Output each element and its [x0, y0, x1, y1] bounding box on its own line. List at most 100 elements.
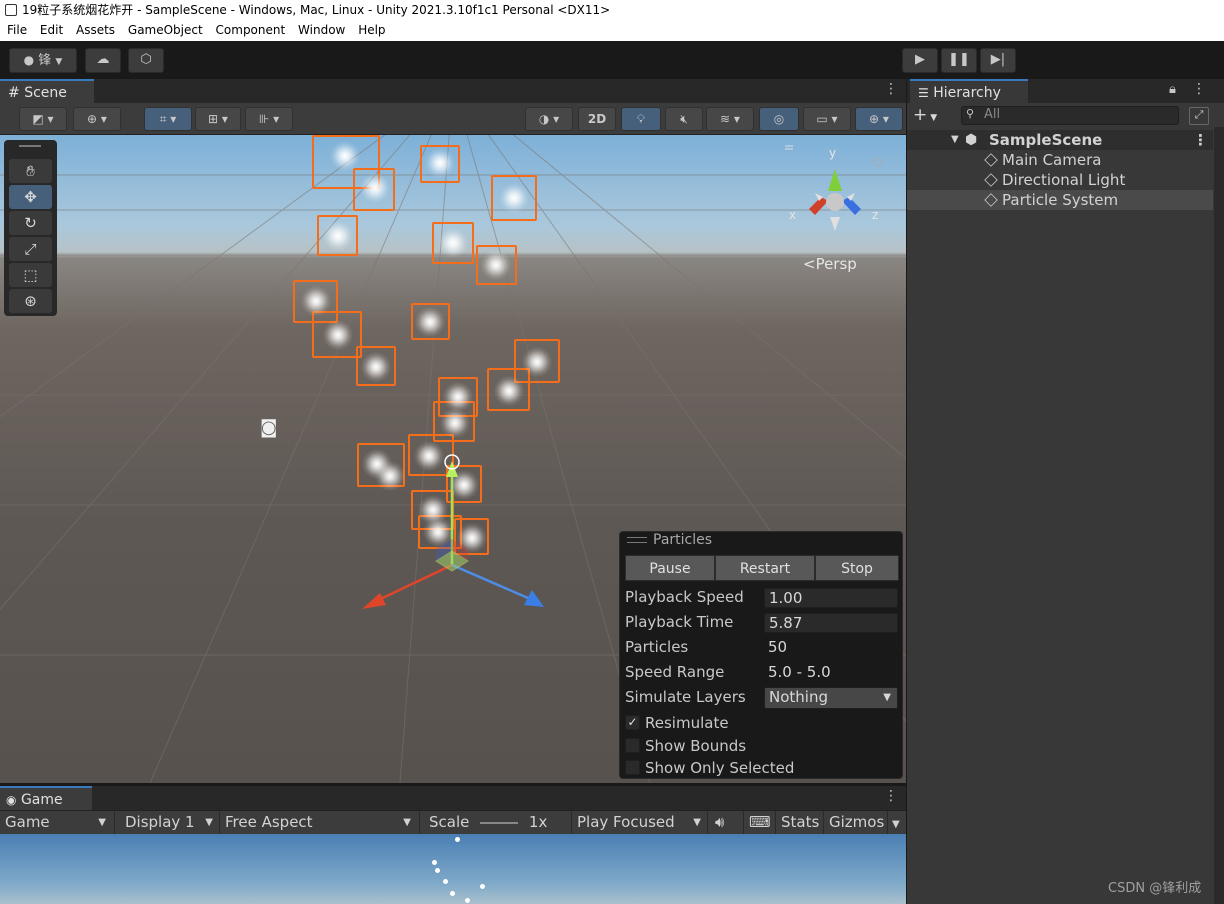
scene-row[interactable]: ▼ ⬢ SampleScene ⋮	[907, 130, 1213, 150]
hierarchy-scrollbar[interactable]	[1214, 127, 1224, 904]
simulate-layers-label: Simulate Layers	[625, 688, 746, 706]
move-gizmo[interactable]	[350, 445, 560, 615]
gizmos-dropdown[interactable]: ⊕ ▾	[855, 107, 903, 131]
hierarchy-item-main-camera[interactable]: Main Camera	[907, 150, 1213, 170]
menu-edit[interactable]: Edit	[40, 20, 63, 41]
gizmos-button[interactable]: Gizmos	[824, 811, 888, 834]
lighting-toggle[interactable]: 💡︎	[621, 107, 661, 131]
scale-value: 1x	[528, 813, 548, 831]
playback-time-field[interactable]: 5.87	[764, 613, 898, 633]
step-button[interactable]: ▶|	[980, 48, 1016, 73]
more-menu-icon[interactable]: ⋮	[884, 788, 898, 804]
pause-icon: ❚❚	[948, 52, 970, 67]
camera-dropdown[interactable]: ▭ ▾	[803, 107, 851, 131]
step-icon: ▶|	[990, 52, 1006, 67]
orientation-gizmo[interactable]	[785, 143, 895, 243]
hierarchy-item-directional-light[interactable]: Directional Light	[907, 170, 1213, 190]
menu-gameobject[interactable]: GameObject	[128, 20, 203, 41]
scene-visibility-button[interactable]: ⤢	[1189, 107, 1209, 125]
particle-dot	[450, 891, 455, 896]
menu-window[interactable]: Window	[298, 20, 345, 41]
display-dropdown[interactable]: Display 1 ▼	[120, 811, 220, 834]
chevron-down-icon: ▼	[883, 692, 891, 703]
menu-file[interactable]: File	[7, 20, 27, 41]
hidden-objects-toggle[interactable]: ◎	[759, 107, 799, 131]
hand-tool-button[interactable]: ✋︎	[9, 159, 52, 183]
playback-speed-field[interactable]: 1.00	[764, 588, 898, 608]
drag-handle[interactable]	[627, 537, 647, 543]
transform-tool-button[interactable]: ⊛	[9, 289, 52, 313]
hierarchy-search-input[interactable]: ⚲ All	[961, 106, 1179, 125]
scene-camera-icon[interactable]: ◙	[260, 417, 277, 438]
cloud-icon: ☁	[96, 52, 110, 67]
particle-sprite	[415, 307, 445, 337]
menu-assets[interactable]: Assets	[76, 20, 115, 41]
particle-sprite	[425, 148, 455, 178]
hierarchy-item-particle-system[interactable]: Particle System	[907, 190, 1213, 210]
increment-snap-dropdown[interactable]: ⊪ ▾	[245, 107, 293, 131]
effects-dropdown[interactable]: ≋ ▾	[706, 107, 754, 131]
more-menu-icon[interactable]: ⋮	[1193, 130, 1208, 150]
drag-handle[interactable]	[19, 145, 41, 147]
pause-button[interactable]: ❚❚	[941, 48, 977, 73]
view-mode-dropdown[interactable]: Game ▼	[0, 811, 115, 834]
play-mode-dropdown[interactable]: Play Focused ▼	[572, 811, 708, 834]
account-button[interactable]: ● 锋 ▼	[9, 48, 77, 73]
tab-hierarchy[interactable]: ☰ Hierarchy	[910, 79, 1028, 103]
keyboard-toggle[interactable]: ⌨	[744, 811, 776, 834]
sphere-icon: ◑ ▾	[538, 112, 560, 126]
more-menu-icon[interactable]: ⋮	[1192, 81, 1206, 97]
more-menu-icon[interactable]: ⋮	[884, 81, 898, 97]
game-toolbar: Game ▼ Display 1 ▼ Free Aspect ▼ Scale 1…	[0, 810, 906, 834]
gameobject-icon	[984, 193, 998, 207]
2d-toggle[interactable]: 2D	[578, 107, 616, 131]
game-view[interactable]	[0, 834, 906, 904]
simulate-layers-dropdown[interactable]: Nothing ▼	[764, 687, 898, 709]
particle-dot	[455, 837, 460, 842]
playback-time-label: Playback Time	[625, 613, 734, 631]
resimulate-checkbox[interactable]: ✓	[625, 715, 640, 730]
main-toolbar: ● 锋 ▼ ☁ ⬡ ▶ ❚❚ ▶|	[0, 41, 1224, 79]
global-local-dropdown[interactable]: ⊕ ▾	[73, 107, 121, 131]
show-bounds-checkbox[interactable]	[625, 738, 640, 753]
stop-particles-button[interactable]: Stop	[815, 555, 899, 581]
particle-sprite	[499, 183, 529, 213]
particle-sprite	[361, 352, 391, 382]
shading-mode-dropdown[interactable]: ◑ ▾	[525, 107, 573, 131]
move-tool-button[interactable]: ✥	[9, 185, 52, 209]
grid-snap-dropdown[interactable]: ⊞ ▾	[195, 107, 241, 131]
rotate-tool-button[interactable]: ↻	[9, 211, 52, 235]
layers-icon: ≋ ▾	[720, 112, 740, 126]
snap-toggle[interactable]: ⌗ ▾	[144, 107, 192, 131]
lock-icon[interactable]: 🔒︎	[1169, 82, 1176, 97]
scale-tool-button[interactable]: ⤢	[9, 237, 52, 261]
hierarchy-item-label: Directional Light	[1002, 171, 1126, 189]
scale-slider[interactable]: Scale 1x	[424, 811, 572, 834]
cloud-button[interactable]: ☁	[85, 48, 121, 73]
draw-mode-dropdown[interactable]: ◩ ▾	[19, 107, 67, 131]
menu-component[interactable]: Component	[216, 20, 286, 41]
scale-slider-track[interactable]	[480, 821, 519, 824]
audio-toggle[interactable]: 🔇︎	[665, 107, 703, 131]
collab-button[interactable]: ⬡	[128, 48, 164, 73]
show-only-selected-checkbox[interactable]	[625, 760, 640, 775]
tab-game[interactable]: ◉ Game	[0, 786, 92, 810]
restart-particles-button[interactable]: Restart	[715, 555, 815, 581]
rect-tool-button[interactable]: ⬚	[9, 263, 52, 287]
gizmos-dropdown-arrow[interactable]: ▼	[888, 811, 906, 834]
particle-sprite	[323, 221, 353, 251]
tab-scene[interactable]: # Scene	[0, 79, 94, 103]
perspective-label[interactable]: <Persp	[803, 255, 857, 273]
rect-icon: ⬚	[23, 266, 38, 284]
snap-icon: ⌗ ▾	[159, 112, 177, 126]
gameobject-icon	[984, 153, 998, 167]
stats-button[interactable]: Stats	[776, 811, 824, 834]
create-button[interactable]: + ▼	[913, 105, 937, 125]
aspect-dropdown[interactable]: Free Aspect ▼	[220, 811, 420, 834]
play-button[interactable]: ▶	[902, 48, 938, 73]
playback-speed-label: Playback Speed	[625, 588, 744, 606]
menu-help[interactable]: Help	[358, 20, 385, 41]
mute-audio-toggle[interactable]: 🔊︎	[710, 811, 744, 834]
speed-range-value: 5.0 - 5.0	[768, 663, 831, 681]
pause-particles-button[interactable]: Pause	[625, 555, 715, 581]
